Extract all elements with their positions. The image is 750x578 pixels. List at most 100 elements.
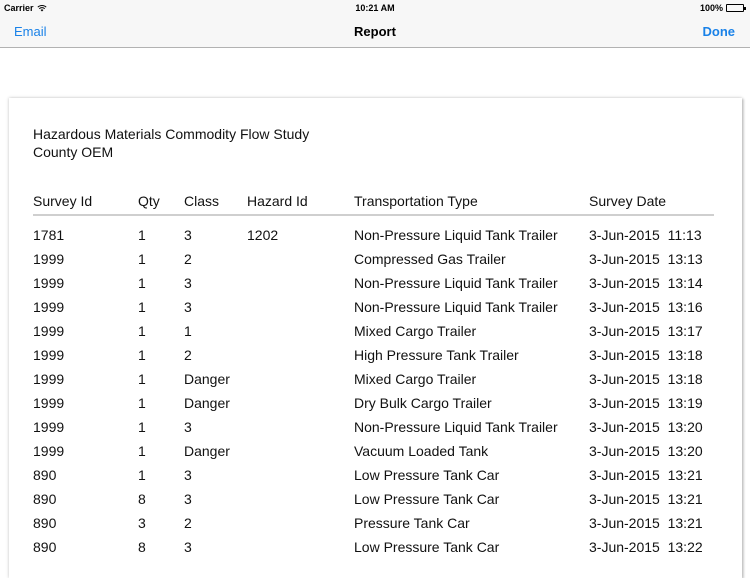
- cell-survey-id: 1999: [33, 323, 65, 339]
- cell-survey-date: 3-Jun-2015 13:20: [589, 419, 703, 435]
- cell-survey-id: 1781: [33, 226, 65, 243]
- cell-class: 2: [184, 251, 192, 267]
- cell-survey-date: 3-Jun-2015 13:18: [589, 347, 703, 363]
- table-row: 1781 1 3 1202 Non-Pressure Liquid Tank Trail…: [33, 215, 714, 247]
- cell-survey-date: 3-Jun-2015 13:19: [589, 395, 703, 411]
- cell-class: 3: [184, 539, 192, 555]
- cell-survey-date: 3-Jun-2015 11:13: [589, 226, 702, 243]
- cell-qty: 1: [138, 443, 146, 459]
- cell-hazard-id: 1202: [247, 226, 279, 243]
- cell-survey-date: 3-Jun-2015 13:21: [589, 491, 703, 507]
- table-row: 1999 1 Danger Mixed Cargo Trailer 3-Jun-2015…: [33, 367, 714, 391]
- cell-hazard-id: [247, 391, 354, 415]
- page-title: Report: [354, 24, 396, 39]
- cell-survey-date: 3-Jun-2015 13:13: [589, 251, 703, 267]
- cell-survey-id: 890: [33, 467, 57, 483]
- cell-survey-date: 3-Jun-2015 13:22: [589, 539, 703, 555]
- cell-survey-date: 3-Jun-2015 13:16: [589, 299, 703, 315]
- cell-class: 3: [184, 467, 192, 483]
- cell-qty: 1: [138, 226, 146, 243]
- cell-hazard-id: [247, 247, 354, 271]
- report-page: Hazardous Materials Commodity Flow Study…: [9, 98, 742, 578]
- column-header-qty: Qty: [138, 193, 160, 209]
- column-header-class: Class: [184, 193, 220, 209]
- cell-survey-id: 1999: [33, 251, 65, 267]
- cell-transportation-type: Non-Pressure Liquid Tank Trailer: [354, 299, 558, 315]
- table-row: 1999 1 3 Non-Pressure Liquid Tank Trailer 3-…: [33, 295, 714, 319]
- cell-hazard-id: [247, 319, 354, 343]
- cell-qty: 1: [138, 419, 146, 435]
- cell-transportation-type: High Pressure Tank Trailer: [354, 347, 519, 363]
- column-header-survey-date: Survey Date: [589, 193, 667, 209]
- cell-hazard-id: [247, 343, 354, 367]
- cell-qty: 1: [138, 275, 146, 291]
- column-header-transportation-type: Transportation Type: [354, 193, 478, 209]
- table-row: 1999 1 3 Non-Pressure Liquid Tank Trailer 3-…: [33, 271, 714, 295]
- cell-class: 3: [184, 491, 192, 507]
- cell-survey-id: 890: [33, 515, 57, 531]
- cell-hazard-id: [247, 511, 354, 535]
- cell-survey-id: 890: [33, 539, 57, 555]
- cell-transportation-type: Non-Pressure Liquid Tank Trailer: [354, 419, 558, 435]
- cell-transportation-type: Dry Bulk Cargo Trailer: [354, 395, 492, 411]
- cell-transportation-type: Low Pressure Tank Car: [354, 491, 500, 507]
- cell-transportation-type: Mixed Cargo Trailer: [354, 323, 477, 339]
- cell-transportation-type: Pressure Tank Car: [354, 515, 470, 531]
- cell-hazard-id: [247, 295, 354, 319]
- table-row: 890 1 3 Low Pressure Tank Car 3-Jun-2015 13:…: [33, 463, 714, 487]
- cell-transportation-type: Low Pressure Tank Car: [354, 467, 500, 483]
- cell-qty: 1: [138, 467, 146, 483]
- cell-survey-date: 3-Jun-2015 13:17: [589, 323, 703, 339]
- table-row: 890 8 3 Low Pressure Tank Car 3-Jun-2015 13:…: [33, 487, 714, 511]
- table-row: 1999 1 2 High Pressure Tank Trailer 3-Jun-20…: [33, 343, 714, 367]
- cell-qty: 1: [138, 251, 146, 267]
- cell-survey-id: 1999: [33, 275, 65, 291]
- cell-survey-id: 1999: [33, 443, 65, 459]
- cell-survey-id: 890: [33, 491, 57, 507]
- column-header-survey-id: Survey Id: [33, 193, 93, 209]
- cell-transportation-type: Compressed Gas Trailer: [354, 251, 506, 267]
- cell-class: 3: [184, 275, 192, 291]
- report-table: Survey Id Qty Class Hazard Id Transporta…: [33, 191, 714, 559]
- cell-survey-id: 1999: [33, 347, 65, 363]
- cell-survey-date: 3-Jun-2015 13:18: [589, 371, 703, 387]
- cell-qty: 1: [138, 395, 146, 411]
- cell-class: Danger: [184, 371, 230, 387]
- cell-hazard-id: [247, 487, 354, 511]
- cell-survey-date: 3-Jun-2015 13:14: [589, 275, 703, 291]
- cell-class: 2: [184, 515, 192, 531]
- cell-class: 3: [184, 299, 192, 315]
- table-row: 1999 1 Danger Vacuum Loaded Tank 3-Jun-2015 …: [33, 439, 714, 463]
- cell-survey-date: 3-Jun-2015 13:21: [589, 515, 703, 531]
- cell-hazard-id: [247, 439, 354, 463]
- cell-qty: 1: [138, 371, 146, 387]
- cell-survey-date: 3-Jun-2015 13:21: [589, 467, 703, 483]
- report-scroll-area[interactable]: Hazardous Materials Commodity Flow Study…: [0, 49, 750, 578]
- cell-qty: 1: [138, 323, 146, 339]
- cell-qty: 1: [138, 299, 146, 315]
- table-row: 890 3 2 Pressure Tank Car 3-Jun-2015 13:21: [33, 511, 714, 535]
- cell-qty: 8: [138, 539, 146, 555]
- cell-class: Danger: [184, 395, 230, 411]
- table-row: 1999 1 3 Non-Pressure Liquid Tank Trailer 3-…: [33, 415, 714, 439]
- cell-class: 3: [184, 419, 192, 435]
- table-row: 890 8 3 Low Pressure Tank Car 3-Jun-2015 13:…: [33, 535, 714, 559]
- battery-indicator: 100%: [700, 3, 746, 13]
- cell-qty: 3: [138, 515, 146, 531]
- cell-hazard-id: [247, 415, 354, 439]
- cell-transportation-type: Non-Pressure Liquid Tank Trailer: [354, 226, 558, 243]
- cell-hazard-id: [247, 535, 354, 559]
- table-header-row: Survey Id Qty Class Hazard Id Transporta…: [33, 191, 714, 215]
- cell-class: 3: [184, 226, 192, 243]
- done-button[interactable]: Done: [703, 24, 736, 39]
- report-subtitle: County OEM: [33, 144, 114, 160]
- table-row: 1999 1 2 Compressed Gas Trailer 3-Jun-2015 1…: [33, 247, 714, 271]
- battery-icon: [726, 4, 746, 12]
- table-row: 1999 1 1 Mixed Cargo Trailer 3-Jun-2015 13:1…: [33, 319, 714, 343]
- email-button[interactable]: Email: [14, 24, 47, 39]
- cell-transportation-type: Mixed Cargo Trailer: [354, 371, 477, 387]
- column-header-hazard-id: Hazard Id: [247, 193, 308, 209]
- status-time: 10:21 AM: [355, 3, 395, 13]
- cell-class: 2: [184, 347, 192, 363]
- cell-survey-id: 1999: [33, 371, 65, 387]
